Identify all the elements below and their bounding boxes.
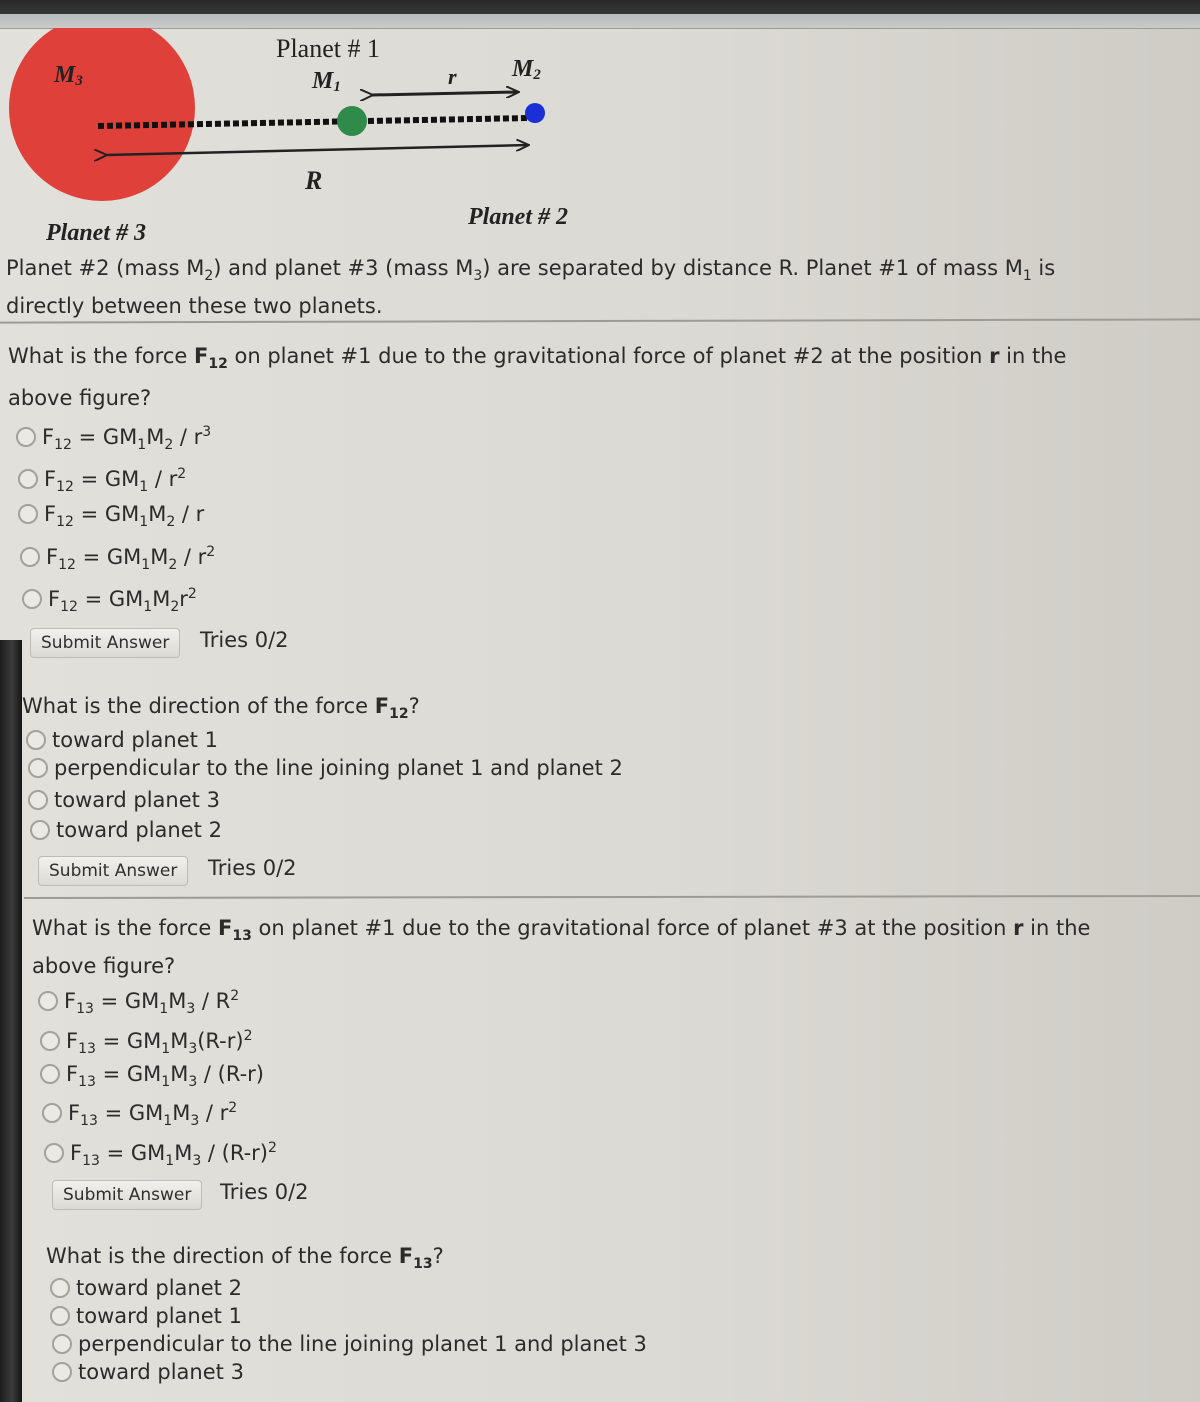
option-toward-planet-3[interactable]: toward planet 3 xyxy=(52,1360,244,1384)
option-toward-planet-1[interactable]: toward planet 1 xyxy=(50,1304,242,1328)
option-toward-planet-2[interactable]: toward planet 2 xyxy=(50,1276,242,1300)
option-f13-Rr2[interactable]: F13 = GM1M3 / (R-r)2 xyxy=(44,1140,277,1169)
submit-answer-button[interactable]: Submit Answer xyxy=(38,856,189,886)
question-3-prompt: What is the force F13 on planet #1 due t… xyxy=(32,916,1091,945)
radio-button[interactable] xyxy=(22,589,42,609)
planet-3-label: Planet # 3 xyxy=(46,220,146,246)
tries-counter: Tries 0/2 xyxy=(200,628,289,652)
planet-1-label: Planet # 1 xyxy=(276,34,380,63)
question-3-prompt-line-2: above figure? xyxy=(32,954,176,978)
radio-button[interactable] xyxy=(20,547,40,567)
radio-button[interactable] xyxy=(52,1362,72,1382)
option-toward-planet-3[interactable]: toward planet 3 xyxy=(28,788,220,812)
radio-button[interactable] xyxy=(50,1278,70,1298)
intro-line-2: directly between these two planets. xyxy=(6,294,383,318)
option-f13-times-Rr2[interactable]: F13 = GM1M3(R-r)2 xyxy=(40,1028,253,1057)
option-perpendicular-1-2[interactable]: perpendicular to the line joining planet… xyxy=(28,756,623,780)
option-toward-planet-2[interactable]: toward planet 2 xyxy=(30,818,222,842)
m3-label: M3 xyxy=(54,62,83,89)
option-f12-r3[interactable]: F12 = GM1M2 / r3 xyxy=(16,424,211,453)
radio-button[interactable] xyxy=(40,1031,60,1051)
radio-button[interactable] xyxy=(18,504,38,524)
R-label: R xyxy=(305,166,323,195)
radio-button[interactable] xyxy=(40,1064,60,1084)
option-perpendicular-1-3[interactable]: perpendicular to the line joining planet… xyxy=(52,1332,647,1356)
radio-button[interactable] xyxy=(16,427,36,447)
planet-3-circle xyxy=(9,28,195,201)
option-f13-Rr[interactable]: F13 = GM1M3 / (R-r) xyxy=(40,1062,264,1090)
m2-label: M2 xyxy=(512,56,541,83)
radio-button[interactable] xyxy=(50,1306,70,1326)
planet-2-label: Planet # 2 xyxy=(468,204,568,230)
option-f13-R2[interactable]: F13 = GM1M3 / R2 xyxy=(38,988,239,1017)
tries-counter: Tries 0/2 xyxy=(208,856,297,880)
option-f12-gm1-r2[interactable]: F12 = GM1 / r2 xyxy=(18,466,186,495)
radio-button[interactable] xyxy=(26,730,46,750)
question-1-prompt: What is the force F12 on planet #1 due t… xyxy=(8,344,1067,373)
radio-button[interactable] xyxy=(18,469,38,489)
radio-button[interactable] xyxy=(42,1103,62,1123)
submit-answer-button[interactable]: Submit Answer xyxy=(52,1180,203,1210)
planets-diagram: Planet # 1 M1 M2 M3 r R Planet # 2 Plane… xyxy=(0,28,620,248)
planet-2-circle xyxy=(525,103,545,123)
radio-button[interactable] xyxy=(38,991,58,1011)
option-toward-planet-1[interactable]: toward planet 1 xyxy=(26,728,218,752)
screen-bezel-left xyxy=(0,640,22,1402)
option-f12-times-r2[interactable]: F12 = GM1M2r2 xyxy=(22,586,197,615)
tries-counter: Tries 0/2 xyxy=(220,1180,309,1204)
radio-button[interactable] xyxy=(30,820,50,840)
question-4-prompt: What is the direction of the force F13? xyxy=(46,1244,444,1273)
planet-1-circle xyxy=(337,106,367,136)
question-1-prompt-line-2: above figure? xyxy=(8,386,152,410)
option-f13-r2[interactable]: F13 = GM1M3 / r2 xyxy=(42,1100,237,1129)
radio-button[interactable] xyxy=(44,1143,64,1163)
radio-button[interactable] xyxy=(28,790,48,810)
intro-line-1: Planet #2 (mass M2) and planet #3 (mass … xyxy=(6,256,1056,285)
radio-button[interactable] xyxy=(52,1334,72,1354)
radio-button[interactable] xyxy=(28,758,48,778)
browser-toolbar-strip xyxy=(0,14,1200,29)
r-distance-arrow xyxy=(372,92,518,95)
option-f12-r[interactable]: F12 = GM1M2 / r xyxy=(18,502,204,530)
submit-answer-button[interactable]: Submit Answer xyxy=(30,628,181,658)
m1-label: M1 xyxy=(312,68,341,95)
option-f12-r2[interactable]: F12 = GM1M2 / r2 xyxy=(20,544,215,573)
question-2-prompt: What is the direction of the force F12? xyxy=(22,694,420,723)
r-label: r xyxy=(448,64,457,89)
